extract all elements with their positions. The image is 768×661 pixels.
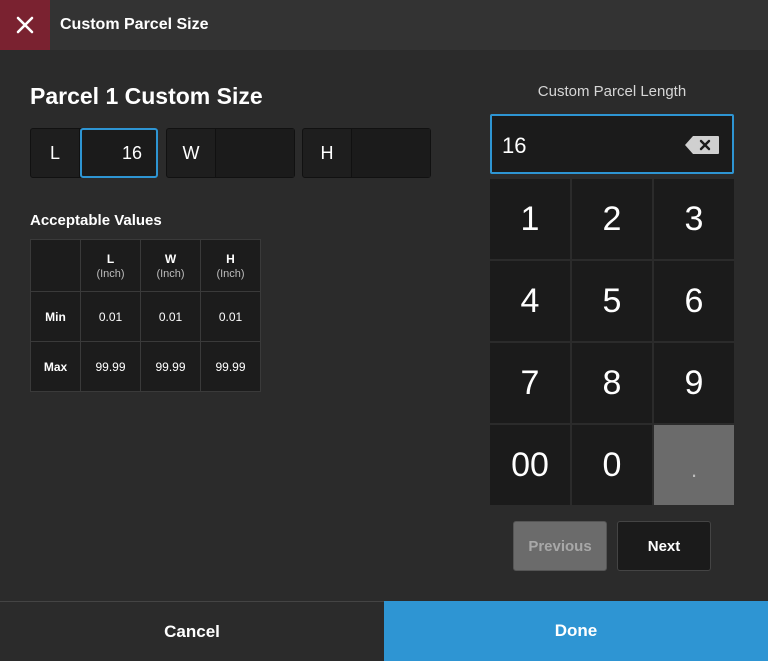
page-title: Custom Parcel Size <box>60 16 209 33</box>
column-unit: (Inch) <box>216 267 245 280</box>
length-label: L <box>31 129 80 177</box>
cancel-button[interactable]: Cancel <box>0 601 384 661</box>
row-header-min: Min <box>30 291 81 342</box>
table-cell: 99.99 <box>200 341 261 392</box>
height-input[interactable] <box>352 129 430 177</box>
length-field-group: L 16 <box>30 128 158 178</box>
width-input[interactable] <box>216 129 294 177</box>
acceptable-values-title: Acceptable Values <box>30 212 162 229</box>
table-cell: 99.99 <box>80 341 141 392</box>
key-8[interactable]: 8 <box>572 343 652 423</box>
key-3[interactable]: 3 <box>654 179 734 259</box>
column-name: H <box>226 251 235 266</box>
key-decimal[interactable]: . <box>654 425 734 505</box>
column-header-w: W (Inch) <box>140 239 201 292</box>
table-corner <box>30 239 81 292</box>
next-button[interactable]: Next <box>617 521 711 571</box>
table-cell: 0.01 <box>200 291 261 342</box>
length-input[interactable]: 16 <box>80 128 158 178</box>
backspace-icon[interactable] <box>684 135 720 155</box>
numpad-keys: 1 2 3 4 5 6 7 8 9 00 0 . <box>490 179 734 505</box>
height-field-group: H <box>302 128 431 178</box>
done-button[interactable]: Done <box>384 601 768 661</box>
width-label: W <box>167 129 216 177</box>
table-row: Max 99.99 99.99 99.99 <box>30 341 261 392</box>
column-unit: (Inch) <box>96 267 125 280</box>
key-4[interactable]: 4 <box>490 261 570 341</box>
width-field-group: W <box>166 128 295 178</box>
numpad-display-value: 16 <box>502 133 527 158</box>
close-button[interactable] <box>0 0 50 50</box>
row-header-max: Max <box>30 341 81 392</box>
parcel-heading: Parcel 1 Custom Size <box>30 83 263 109</box>
table-cell: 99.99 <box>140 341 201 392</box>
table-cell: 0.01 <box>140 291 201 342</box>
numpad-label: Custom Parcel Length <box>537 83 687 100</box>
column-name: L <box>106 251 115 266</box>
height-label: H <box>303 129 352 177</box>
key-00[interactable]: 00 <box>490 425 570 505</box>
column-header-h: H (Inch) <box>200 239 261 292</box>
table-cell: 0.01 <box>80 291 141 342</box>
key-6[interactable]: 6 <box>654 261 734 341</box>
previous-button[interactable]: Previous <box>513 521 607 571</box>
column-name: W <box>164 251 177 266</box>
key-7[interactable]: 7 <box>490 343 570 423</box>
title-bar: Custom Parcel Size <box>0 0 768 50</box>
key-9[interactable]: 9 <box>654 343 734 423</box>
column-header-l: L (Inch) <box>80 239 141 292</box>
close-icon <box>16 16 34 34</box>
column-unit: (Inch) <box>156 267 185 280</box>
key-2[interactable]: 2 <box>572 179 652 259</box>
key-0[interactable]: 0 <box>572 425 652 505</box>
footer-bar: Cancel Done <box>0 601 768 661</box>
acceptable-values-table: L (Inch) W (Inch) H (Inch) Min 0.01 0.01… <box>30 239 261 392</box>
key-1[interactable]: 1 <box>490 179 570 259</box>
numpad-display[interactable]: 16 <box>490 114 734 174</box>
key-5[interactable]: 5 <box>572 261 652 341</box>
table-row: Min 0.01 0.01 0.01 <box>30 291 261 342</box>
